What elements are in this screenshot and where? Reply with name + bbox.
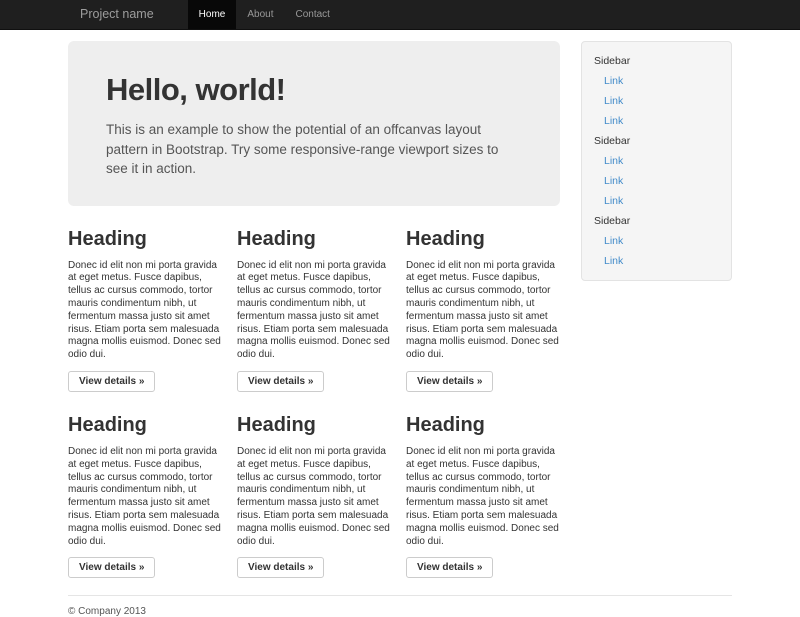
content-row: Hello, world! This is an example to show… — [68, 41, 732, 578]
card-body-text: Donec id elit non mi porta gravida at eg… — [68, 446, 222, 548]
view-details-button[interactable]: View details » — [406, 371, 493, 392]
sidebar-header: Sidebar — [582, 131, 731, 151]
copyright-text: © Company 2013 — [68, 606, 732, 617]
sidebar-link[interactable]: Link — [582, 231, 731, 251]
card: Heading Donec id elit non mi porta gravi… — [406, 228, 560, 392]
sidebar-header: Sidebar — [582, 211, 731, 231]
footer-divider — [68, 595, 732, 596]
cards-row-2: Heading Donec id elit non mi porta gravi… — [68, 414, 560, 578]
card-body-text: Donec id elit non mi porta gravida at eg… — [237, 260, 391, 362]
nav-item-home[interactable]: Home — [188, 0, 237, 29]
view-details-button[interactable]: View details » — [237, 557, 324, 578]
navbar-container: Project name Home About Contact — [68, 0, 732, 29]
jumbotron: Hello, world! This is an example to show… — [68, 41, 560, 206]
sidebar-link[interactable]: Link — [582, 151, 731, 171]
card-heading: Heading — [406, 414, 560, 437]
page-footer: © Company 2013 — [68, 595, 732, 617]
top-navbar: Project name Home About Contact — [0, 0, 800, 30]
main-column: Hello, world! This is an example to show… — [68, 41, 560, 578]
card-heading: Heading — [406, 228, 560, 251]
view-details-button[interactable]: View details » — [406, 557, 493, 578]
sidebar-link[interactable]: Link — [582, 91, 731, 111]
sidebar-column: Sidebar Link Link Link Sidebar Link Link… — [581, 41, 732, 281]
card: Heading Donec id elit non mi porta gravi… — [237, 228, 391, 392]
card-heading: Heading — [68, 228, 222, 251]
page-title: Hello, world! — [106, 72, 522, 108]
nav-item-contact[interactable]: Contact — [284, 0, 340, 29]
cards-row-1: Heading Donec id elit non mi porta gravi… — [68, 228, 560, 392]
sidebar-header: Sidebar — [582, 51, 731, 71]
card-body-text: Donec id elit non mi porta gravida at eg… — [68, 260, 222, 362]
sidebar-link[interactable]: Link — [582, 191, 731, 211]
sidebar-link[interactable]: Link — [582, 111, 731, 131]
card-heading: Heading — [237, 414, 391, 437]
card-body-text: Donec id elit non mi porta gravida at eg… — [406, 446, 560, 548]
view-details-button[interactable]: View details » — [68, 557, 155, 578]
card-heading: Heading — [237, 228, 391, 251]
view-details-button[interactable]: View details » — [68, 371, 155, 392]
nav-item-about[interactable]: About — [236, 0, 284, 29]
card-heading: Heading — [68, 414, 222, 437]
main-nav: Home About Contact — [188, 0, 341, 29]
sidebar-nav: Sidebar Link Link Link Sidebar Link Link… — [581, 41, 732, 281]
jumbotron-text: This is an example to show the potential… — [106, 120, 522, 179]
sidebar-link[interactable]: Link — [582, 71, 731, 91]
card: Heading Donec id elit non mi porta gravi… — [68, 414, 222, 578]
sidebar-link[interactable]: Link — [582, 251, 731, 271]
card: Heading Donec id elit non mi porta gravi… — [406, 414, 560, 578]
view-details-button[interactable]: View details » — [237, 371, 324, 392]
sidebar-link[interactable]: Link — [582, 171, 731, 191]
card: Heading Donec id elit non mi porta gravi… — [68, 228, 222, 392]
card-body-text: Donec id elit non mi porta gravida at eg… — [237, 446, 391, 548]
brand-link[interactable]: Project name — [68, 0, 166, 29]
card-body-text: Donec id elit non mi porta gravida at eg… — [406, 260, 560, 362]
page-container: Hello, world! This is an example to show… — [68, 30, 732, 617]
card: Heading Donec id elit non mi porta gravi… — [237, 414, 391, 578]
